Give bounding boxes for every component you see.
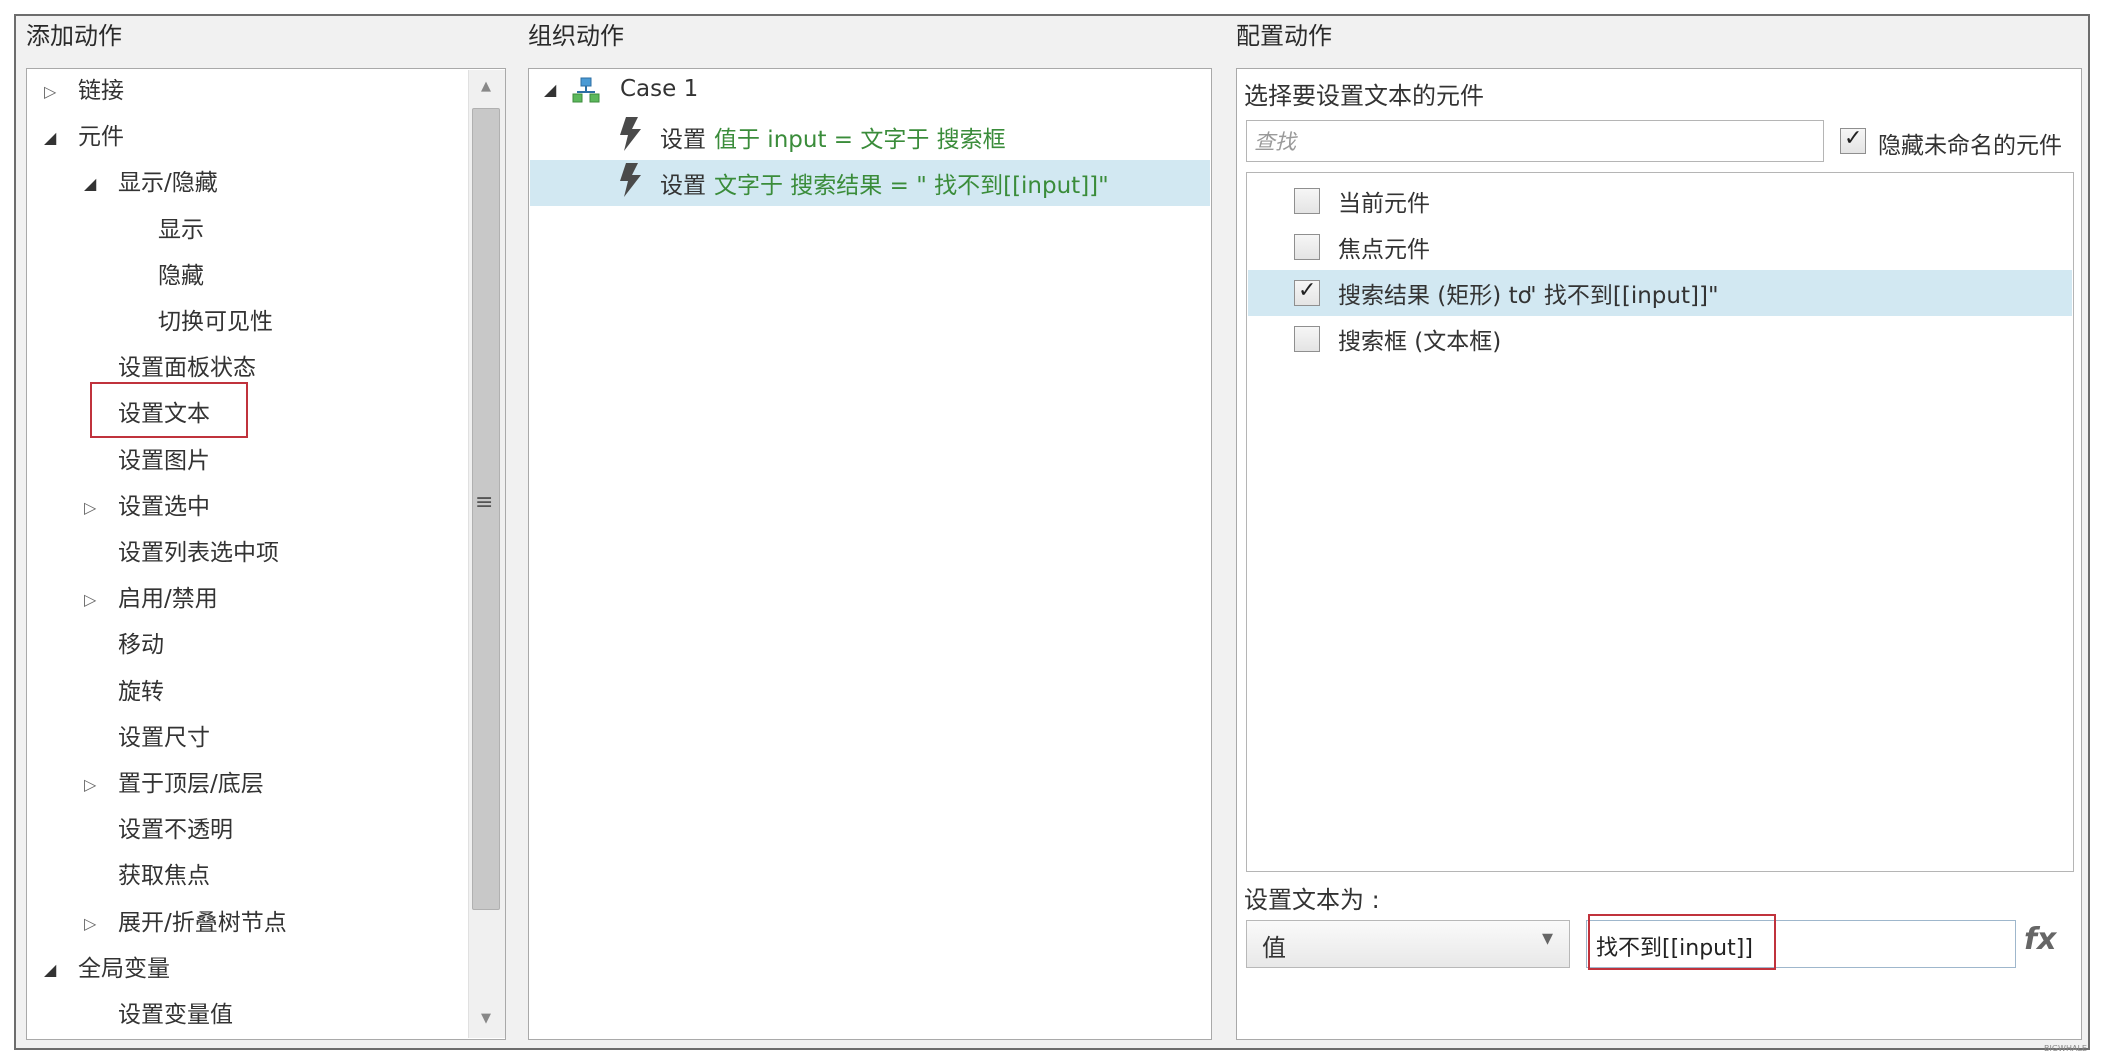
widget-name[interactable]: 搜索框 (文本框)	[1338, 322, 1501, 356]
widget-checkbox[interactable]	[1294, 234, 1320, 260]
action-detail[interactable]: 值于 input = 文字于 搜索框	[714, 120, 1006, 154]
tree-item[interactable]: 隐藏	[158, 259, 204, 293]
tree-item[interactable]: 设置选中	[118, 490, 210, 524]
widget-checkbox[interactable]	[1294, 278, 1320, 306]
scroll-down-icon[interactable]: ▼	[471, 1006, 501, 1032]
highlight-set-text	[90, 382, 248, 438]
expand-arrow-icon[interactable]: ▷	[44, 82, 56, 101]
configure-actions-title: 配置动作	[1236, 22, 1332, 50]
tree-item[interactable]: 设置列表选中项	[118, 536, 279, 570]
tree-item[interactable]: 设置图片	[118, 444, 210, 478]
tree-item[interactable]: 元件	[78, 120, 124, 154]
widget-name[interactable]: 焦点元件	[1338, 230, 1430, 264]
tree-item[interactable]: 设置不透明	[118, 813, 233, 847]
expand-arrow-icon[interactable]: ▷	[84, 775, 96, 794]
tree-item[interactable]: 设置面板状态	[118, 351, 256, 385]
tree-item[interactable]: 切换可见性	[158, 305, 273, 339]
tree-item[interactable]: 获取焦点	[118, 859, 210, 893]
chevron-down-icon[interactable]: ▾	[1542, 926, 1553, 951]
tree-item[interactable]: 旋转	[118, 675, 164, 709]
tree-item[interactable]: 链接	[78, 74, 124, 108]
tree-item[interactable]: 显示	[158, 213, 204, 247]
organize-panel	[528, 68, 1212, 1040]
lightning-icon	[620, 163, 641, 197]
case-icon	[572, 77, 600, 103]
tree-item[interactable]: 置于顶层/底层	[118, 767, 264, 801]
tree-item[interactable]: 展开/折叠树节点	[118, 906, 287, 940]
widget-name[interactable]: 搜索结果 (矩形) to	[1338, 276, 1532, 310]
lightning-icon	[620, 117, 641, 151]
widget-checkbox[interactable]	[1294, 188, 1320, 214]
widget-name[interactable]: 当前元件	[1338, 184, 1430, 218]
widget-search-input[interactable]	[1246, 120, 1824, 162]
widget-detail: " 找不到[[input]]"	[1526, 283, 1719, 309]
value-type-selected: 值	[1262, 934, 1286, 962]
action-verb[interactable]: 设置	[660, 166, 706, 200]
fx-icon[interactable]: fx	[2024, 922, 2056, 957]
action-verb[interactable]: 设置	[660, 120, 706, 154]
hide-unnamed-label: 隐藏未命名的元件	[1878, 133, 2062, 159]
collapse-arrow-icon[interactable]: ◢	[44, 128, 56, 147]
expand-arrow-icon[interactable]: ▷	[84, 914, 96, 933]
search-placeholder: 查找	[1254, 130, 1296, 154]
hide-unnamed-checkbox[interactable]	[1840, 126, 1866, 154]
scroll-grip-icon: ≡	[475, 490, 494, 515]
case-label[interactable]: Case 1	[620, 76, 698, 102]
tree-item[interactable]: 设置变量值	[118, 998, 233, 1032]
watermark: BIGWHALE	[2044, 1044, 2087, 1053]
organize-actions-title: 组织动作	[528, 22, 624, 50]
collapse-arrow-icon[interactable]: ◢	[44, 960, 56, 979]
select-widget-title: 选择要设置文本的元件	[1244, 82, 1484, 110]
add-actions-title: 添加动作	[26, 22, 122, 50]
expand-arrow-icon[interactable]: ▷	[84, 498, 96, 517]
tree-item[interactable]: 移动	[118, 628, 164, 662]
action-detail[interactable]: 文字于 搜索结果 = " 找不到[[input]]"	[714, 166, 1109, 200]
case-expand-icon[interactable]: ◢	[544, 80, 556, 99]
value-type-dropdown[interactable]	[1246, 920, 1570, 968]
set-text-label: 设置文本为 :	[1244, 886, 1380, 914]
scroll-up-icon[interactable]: ▲	[471, 74, 501, 100]
expand-arrow-icon[interactable]: ▷	[84, 590, 96, 609]
collapse-arrow-icon[interactable]: ◢	[84, 174, 96, 193]
highlight-value-input	[1588, 914, 1776, 970]
widget-checkbox[interactable]	[1294, 326, 1320, 352]
tree-item[interactable]: 全局变量	[78, 952, 170, 986]
tree-item[interactable]: 启用/禁用	[118, 582, 218, 616]
tree-item[interactable]: 显示/隐藏	[118, 166, 218, 200]
tree-item[interactable]: 设置尺寸	[118, 721, 210, 755]
